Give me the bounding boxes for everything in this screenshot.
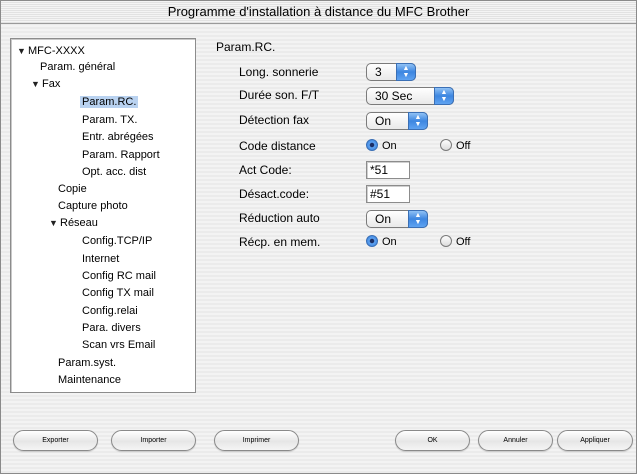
tree-item-maintenance[interactable]: Maintenance [58,372,121,388]
radio-selected-icon [366,139,378,151]
code-distance-label: Code distance [239,139,316,153]
tree-item-opt-acc-dist[interactable]: Opt. acc. dist [82,164,146,180]
remote-setup-window: Programme d'installation à distance du M… [0,0,637,474]
act-code-label: Act Code: [239,163,292,177]
tree-item-capture-photo[interactable]: Capture photo [58,198,128,214]
tree-item-config-tcpip[interactable]: Config.TCP/IP [82,233,152,249]
radio-empty-icon [440,235,452,247]
up-down-arrows-icon: ▲ ▼ [396,63,416,81]
appliquer-button[interactable]: Appliquer [557,430,633,451]
long-sonnerie-label: Long. sonnerie [239,65,319,79]
expand-triangle-icon[interactable]: ▼ [17,43,28,59]
radio-empty-icon [440,139,452,151]
act-code-field[interactable]: *51 [366,161,410,179]
tree-item-entr-abregees[interactable]: Entr. abrégées [82,129,154,145]
settings-tree[interactable]: ▼ MFC-XXXX Param. général ▼ Fax Param.RC. … [10,38,196,393]
recp-mem-on-radio[interactable]: On [366,234,397,250]
detection-fax-select[interactable]: On ▲ ▼ [366,112,428,130]
tree-item-para-divers[interactable]: Para. divers [82,320,141,336]
exporter-button[interactable]: Exporter [13,430,98,451]
tree-item-config-rc-mail[interactable]: Config RC mail [82,268,156,284]
long-sonnerie-select[interactable]: 3 ▲ ▼ [366,63,416,81]
recp-mem-off-radio[interactable]: Off [440,234,470,250]
tree-item-internet[interactable]: Internet [82,251,119,267]
code-distance-off-radio[interactable]: Off [440,138,470,154]
radio-selected-icon [366,235,378,247]
detection-fax-label: Détection fax [239,113,310,127]
up-down-arrows-icon: ▲ ▼ [408,210,428,228]
tree-item-mfc[interactable]: ▼ MFC-XXXX [17,43,85,59]
tree-item-param-general[interactable]: Param. général [40,59,115,75]
annuler-button[interactable]: Annuler [478,430,553,451]
window-title: Programme d'installation à distance du M… [1,1,636,24]
tree-item-fax[interactable]: ▼ Fax [31,76,60,92]
code-distance-on-radio[interactable]: On [366,138,397,154]
up-down-arrows-icon: ▲ ▼ [408,112,428,130]
tree-item-config-relai[interactable]: Config.relai [82,303,138,319]
tree-item-param-rapport[interactable]: Param. Rapport [82,147,160,163]
expand-triangle-icon[interactable]: ▼ [49,215,60,231]
imprimer-button[interactable]: Imprimer [214,430,299,451]
tree-item-param-tx[interactable]: Param. TX. [82,112,137,128]
recp-mem-label: Récp. en mem. [239,235,321,249]
desact-code-label: Désact.code: [239,187,310,201]
ok-button[interactable]: OK [395,430,470,451]
reduction-auto-label: Réduction auto [239,211,320,225]
desact-code-field[interactable]: #51 [366,185,410,203]
duree-son-select[interactable]: 30 Sec ▲ ▼ [366,87,454,105]
expand-triangle-icon[interactable]: ▼ [31,76,42,92]
tree-item-reseau[interactable]: ▼ Réseau [49,215,98,231]
reduction-auto-select[interactable]: On ▲ ▼ [366,210,428,228]
duree-son-label: Durée son. F/T [239,88,320,102]
up-down-arrows-icon: ▲ ▼ [434,87,454,105]
tree-item-scan-vrs-email[interactable]: Scan vrs Email [82,337,155,353]
tree-item-param-rc[interactable]: Param.RC. [80,94,139,110]
tree-item-param-syst[interactable]: Param.syst. [58,355,116,371]
tree-item-config-tx-mail[interactable]: Config TX mail [82,285,154,301]
panel-title: Param.RC. [216,40,276,54]
importer-button[interactable]: Importer [111,430,196,451]
tree-item-copie[interactable]: Copie [58,181,87,197]
